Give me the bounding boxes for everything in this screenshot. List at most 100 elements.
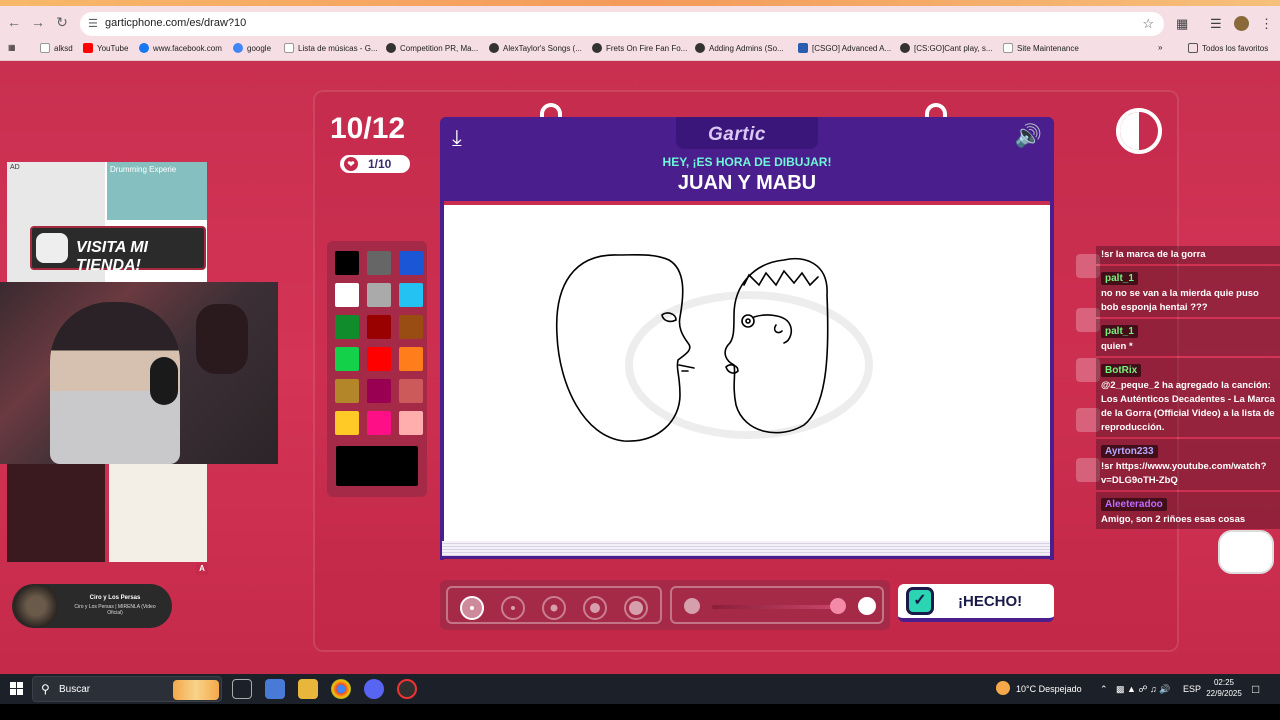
clock[interactable]: 02:25 22/9/2025 <box>1204 677 1244 699</box>
brush-size-5[interactable] <box>624 596 648 620</box>
color-swatch[interactable] <box>335 347 359 371</box>
address-bar[interactable]: ☰ garticphone.com/es/draw?10 ☆ <box>80 12 1164 36</box>
color-swatch[interactable] <box>399 283 423 307</box>
bookmark-item[interactable]: AlexTaylor's Songs (... <box>489 43 582 53</box>
download-icon[interactable]: ⤓ <box>452 125 462 151</box>
all-favorites-folder[interactable]: Todos los favoritos <box>1188 43 1268 53</box>
windows-start-icon[interactable] <box>10 682 23 695</box>
weather-text[interactable]: 10°C Despejado <box>1016 684 1082 694</box>
color-swatch[interactable] <box>335 379 359 403</box>
obs-icon[interactable] <box>397 679 417 699</box>
screen-bottom-bar <box>0 704 1280 720</box>
weather-icon[interactable] <box>996 681 1010 695</box>
chevron-up-icon[interactable]: ⌃ <box>1100 684 1108 695</box>
color-swatch[interactable] <box>367 315 391 339</box>
bookmark-item[interactable]: Adding Admins (So... <box>695 43 784 53</box>
bookmark-item[interactable]: [CSGO] Advanced A... <box>798 43 891 53</box>
search-highlight-image <box>173 680 219 700</box>
bookmark-item[interactable]: YouTube <box>83 43 128 53</box>
tray-icons[interactable]: ▩ ▲ ☍ ♫ 🔊 <box>1116 684 1170 695</box>
bookmark-item[interactable]: alksd <box>40 43 73 53</box>
color-swatch[interactable] <box>335 411 359 435</box>
facebook-icon <box>139 43 149 53</box>
bookmark-item[interactable]: Frets On Fire Fan Fo... <box>592 43 687 53</box>
bookmark-star-icon[interactable]: ☆ <box>1142 16 1154 32</box>
store-banner[interactable]: VISITA MI TIENDA! <box>30 226 206 274</box>
chat-username[interactable]: palt_1 <box>1101 325 1138 338</box>
color-swatch[interactable] <box>399 347 423 371</box>
brush-size-3[interactable] <box>542 596 566 620</box>
chat-username[interactable]: palt_1 <box>1101 272 1138 285</box>
file-explorer-icon[interactable] <box>298 679 318 699</box>
sound-icon[interactable]: 🔊 <box>1015 123 1042 149</box>
chat-username[interactable]: BotRix <box>1101 364 1142 377</box>
color-swatch[interactable] <box>335 315 359 339</box>
color-swatch[interactable] <box>399 251 423 275</box>
heart-icon: ❤ <box>344 157 358 171</box>
album-art <box>14 584 58 628</box>
color-swatch[interactable] <box>367 379 391 403</box>
color-swatch[interactable] <box>367 251 391 275</box>
menu-icon[interactable]: ⋮ <box>1260 16 1273 32</box>
chrome-icon[interactable] <box>331 679 351 699</box>
clock-date: 22/9/2025 <box>1206 689 1242 698</box>
apps-icon[interactable]: ▦ <box>8 43 16 52</box>
brush-size-2[interactable] <box>501 596 525 620</box>
chevron-right-icon[interactable]: » <box>1158 43 1162 52</box>
color-swatch[interactable] <box>335 251 359 275</box>
browser-toolbar: ← → ↻ ☰ garticphone.com/es/draw?10 ☆ ▦ ☰… <box>0 0 1280 37</box>
page-icon <box>40 43 50 53</box>
google-icon <box>233 43 243 53</box>
brush-size-1[interactable] <box>460 596 484 620</box>
song-title: Ciro y Los Persas <box>89 595 141 601</box>
bookmark-item[interactable]: Lista de músicas - G... <box>284 43 378 53</box>
site-icon <box>900 43 910 53</box>
drawing-tools <box>440 580 890 630</box>
opacity-max-icon <box>858 597 876 615</box>
brush-size-4[interactable] <box>583 596 607 620</box>
color-swatch[interactable] <box>367 347 391 371</box>
color-swatch[interactable] <box>367 411 391 435</box>
color-swatch[interactable] <box>399 315 423 339</box>
color-swatch[interactable] <box>335 283 359 307</box>
profile-avatar[interactable] <box>1234 16 1249 31</box>
forward-icon[interactable]: → <box>30 14 46 30</box>
task-view-icon[interactable] <box>232 679 252 699</box>
bookmark-item[interactable]: www.facebook.com <box>139 43 222 53</box>
bookmark-item[interactable]: Competition PR, Ma... <box>386 43 478 53</box>
chat-message: BotRix @2_peque_2 ha agregado la canción:… <box>1096 358 1280 437</box>
calculator-icon[interactable] <box>265 679 285 699</box>
opacity-slider[interactable] <box>712 605 838 609</box>
bookmarks-bar: ▦ alksd YouTube www.facebook.com google … <box>0 37 1280 61</box>
done-button[interactable]: ✓ ¡HECHO! <box>898 584 1054 622</box>
bookmark-item[interactable]: google <box>233 43 271 53</box>
bookmark-item[interactable]: Site Maintenance <box>1003 43 1079 53</box>
discord-icon[interactable] <box>364 679 384 699</box>
bookmark-item[interactable]: [CS:GO]Cant play, s... <box>900 43 993 53</box>
drawing-canvas[interactable] <box>444 205 1050 543</box>
site-info-icon[interactable]: ☰ <box>88 17 102 31</box>
color-palette <box>327 241 427 497</box>
search-placeholder: Buscar <box>59 684 91 695</box>
color-swatch[interactable] <box>399 379 423 403</box>
taskbar-search[interactable]: ⚲ Buscar <box>32 676 222 702</box>
media-control-icon[interactable]: ☰ <box>1210 16 1222 32</box>
shop-image-bath-set <box>7 464 105 562</box>
youtube-icon <box>83 43 93 53</box>
chat-username[interactable]: Aleeteradoo <box>1101 498 1167 511</box>
reload-icon[interactable]: ↻ <box>54 14 70 30</box>
notification-icon[interactable]: □ <box>1252 682 1259 696</box>
extensions-icon[interactable]: ▦ <box>1176 16 1188 32</box>
slider-thumb[interactable] <box>830 598 846 614</box>
shop-image-product <box>109 464 207 562</box>
chat-message: Ayrton233 !sr https://www.youtube.com/wat… <box>1096 439 1280 490</box>
clock-time: 02:25 <box>1213 678 1235 687</box>
contrast-toggle-icon[interactable] <box>1116 108 1162 154</box>
paper-stack-edge <box>442 541 1050 559</box>
color-swatch[interactable] <box>367 283 391 307</box>
language-indicator[interactable]: ESP <box>1183 684 1201 694</box>
back-icon[interactable]: ← <box>6 14 22 30</box>
chat-username[interactable]: Ayrton233 <box>1101 445 1158 458</box>
color-swatch[interactable] <box>399 411 423 435</box>
shop-badge: A <box>196 563 208 575</box>
